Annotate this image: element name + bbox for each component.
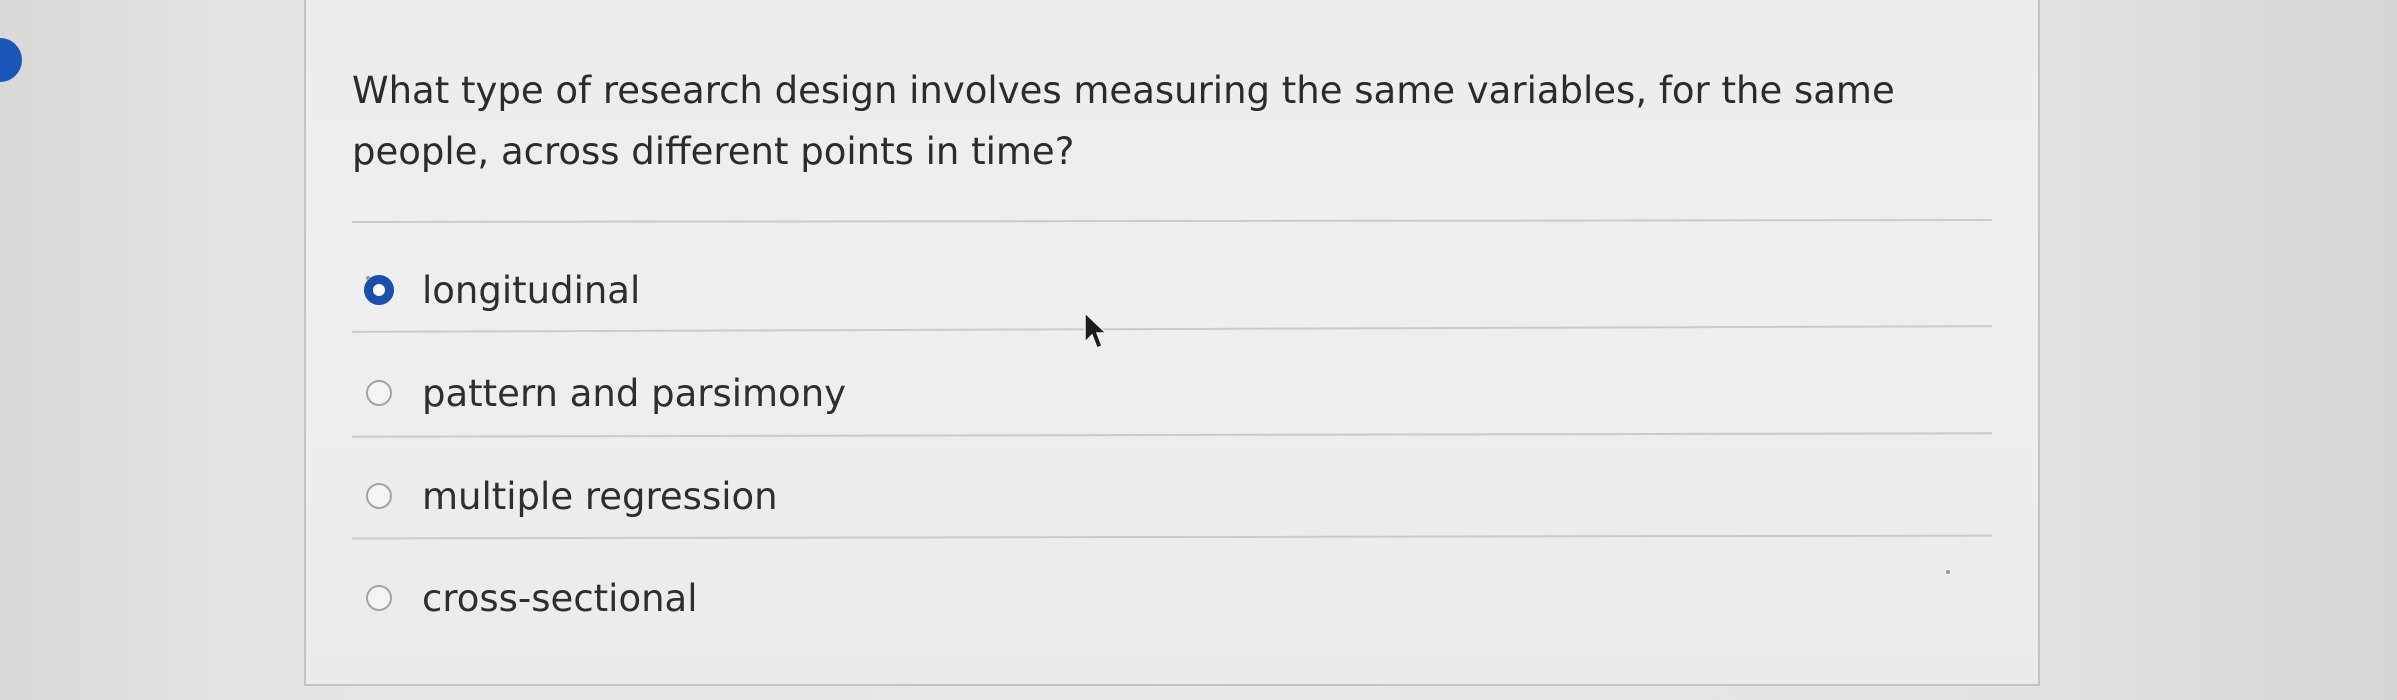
option-label: cross-sectional [422,576,698,620]
screen-speck [366,276,370,280]
option-longitudinal[interactable]: longitudinal [364,260,641,320]
option-pattern-and-parsimony[interactable]: pattern and parsimony [366,363,846,423]
option-divider [352,325,1992,333]
option-label: pattern and parsimony [422,371,847,415]
radio-unselected-icon[interactable] [366,483,392,509]
question-divider [351,218,1993,224]
question-card: What type of research design involves me… [304,0,2040,686]
radio-unselected-icon[interactable] [366,585,392,611]
option-label: longitudinal [422,268,641,312]
mouse-pointer-icon [1084,312,1108,349]
edge-status-dot [0,38,22,82]
option-divider [351,432,1993,438]
question-text: What type of research design involves me… [352,69,1895,173]
option-divider [351,534,1993,540]
option-label: multiple regression [422,474,778,518]
option-cross-sectional[interactable]: cross-sectional [366,568,698,628]
option-multiple-regression[interactable]: multiple regression [366,466,778,526]
radio-unselected-icon[interactable] [366,380,392,406]
screen-speck [1946,570,1950,574]
